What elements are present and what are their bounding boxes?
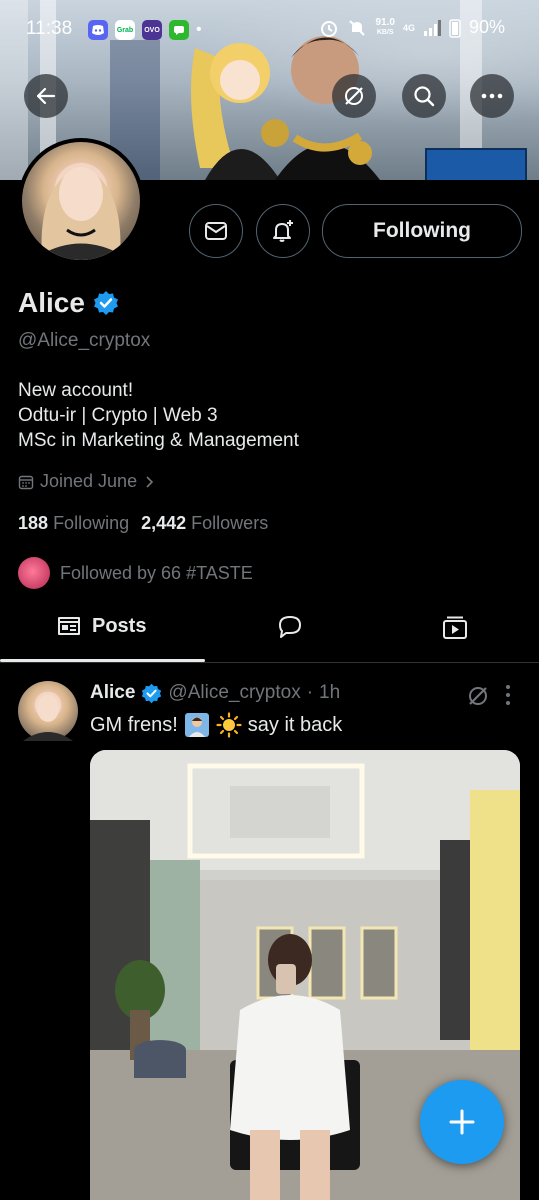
media-tab-icon [443,616,467,639]
grok-button[interactable] [332,74,376,118]
followed-by-text: Followed by 66 #TASTE [60,562,253,583]
post-text-end: say it back [247,713,343,736]
sun-emoji-icon [216,712,242,738]
following-button[interactable]: Following [322,204,522,258]
mute-icon [349,19,366,36]
post-more-button[interactable] [504,684,512,711]
bio-line: Odtu-ir | Crypto | Web 3 [18,405,218,426]
post-text-start: GM frens! [90,713,178,736]
status-time: 11:38 [26,18,73,39]
reply-tab-icon [279,616,301,638]
following-count: 188 [18,513,49,533]
post-time: 1h [319,682,341,703]
more-vertical-icon [506,685,510,705]
network-type: 4G [402,22,415,33]
signal-icon [423,19,441,36]
tab-posts-label: Posts [92,614,147,637]
display-name-text: Alice [18,287,85,318]
profile-avatar[interactable] [18,138,144,264]
active-tab-indicator [0,659,205,662]
post-author-handle: @Alice_cryptox [168,682,301,703]
more-icon [481,93,503,99]
notifications-button[interactable] [256,204,310,258]
tab-media[interactable] [441,614,469,647]
message-button[interactable] [189,204,243,258]
bio-line: New account! [18,380,134,401]
posts-tab-icon [58,617,80,635]
calendar-icon [18,475,34,489]
grok-icon [469,687,487,705]
tab-replies[interactable] [276,614,304,645]
profile-tabs: Posts [0,600,539,663]
profile-handle: @Alice_cryptox [18,330,151,351]
avatar-portrait [32,167,130,260]
mail-icon [205,222,227,240]
more-button[interactable] [470,74,514,118]
back-arrow-icon [36,87,56,105]
profile-bio: New account! Odtu-ir | Crypto | Web 3 MS… [18,378,299,453]
net-speed-value: 91.0 [375,16,395,28]
followers-count: 2,442 [141,513,187,533]
followed-by[interactable]: Followed by 66 #TASTE [18,557,253,589]
follow-stats: 188 Following 2,442 Followers [18,513,268,534]
verified-badge-icon [93,291,118,315]
grab-icon: Grab [115,20,135,40]
follower-avatar [18,557,50,589]
bio-line: MSc in Marketing & Management [18,430,299,451]
post-avatar[interactable] [18,681,78,741]
post-grok-button[interactable] [466,684,490,713]
status-bar: 11:38 Grab OVO • 91.0 KB/S 4G 90% [0,0,539,60]
plus-icon [449,1109,475,1135]
followers-label: Followers [191,513,269,533]
verified-badge-icon [142,683,162,703]
post-author-name[interactable]: Alice [90,682,135,704]
battery-percent: 90% [468,17,505,37]
person-emoji-icon [184,713,209,737]
more-notifications-icon: • [196,21,202,38]
status-right: 91.0 KB/S 4G 90% [319,17,505,38]
battery-icon [449,18,461,38]
network-speed: 91.0 KB/S [375,16,395,38]
grok-icon [345,87,363,105]
bell-plus-icon [273,220,293,242]
search-button[interactable] [402,74,446,118]
notification-icons: Grab OVO • [88,20,202,40]
chevron-right-icon [146,475,154,488]
following-link[interactable]: 188 Following [18,513,129,534]
joined-date[interactable]: Joined June [18,471,155,492]
post-text: GM frens! say it back [90,712,342,738]
alarm-icon [321,20,338,37]
ovo-icon: OVO [142,20,162,40]
net-speed-unit: KB/S [376,28,394,36]
banner-screen [425,148,527,180]
display-name: Alice [18,287,119,319]
compose-button[interactable] [420,1080,504,1164]
followers-link[interactable]: 2,442 Followers [141,513,268,534]
back-button[interactable] [24,74,68,118]
following-label: Following [53,513,130,533]
search-icon [414,86,435,107]
tab-posts[interactable]: Posts [56,614,146,638]
discord-icon [88,20,108,40]
messages-icon [169,20,189,40]
post-avatar-portrait [23,694,73,741]
joined-text: Joined June [40,471,138,491]
post-header: Alice @Alice_cryptox · 1h [90,682,340,704]
post-separator: · [306,682,314,703]
